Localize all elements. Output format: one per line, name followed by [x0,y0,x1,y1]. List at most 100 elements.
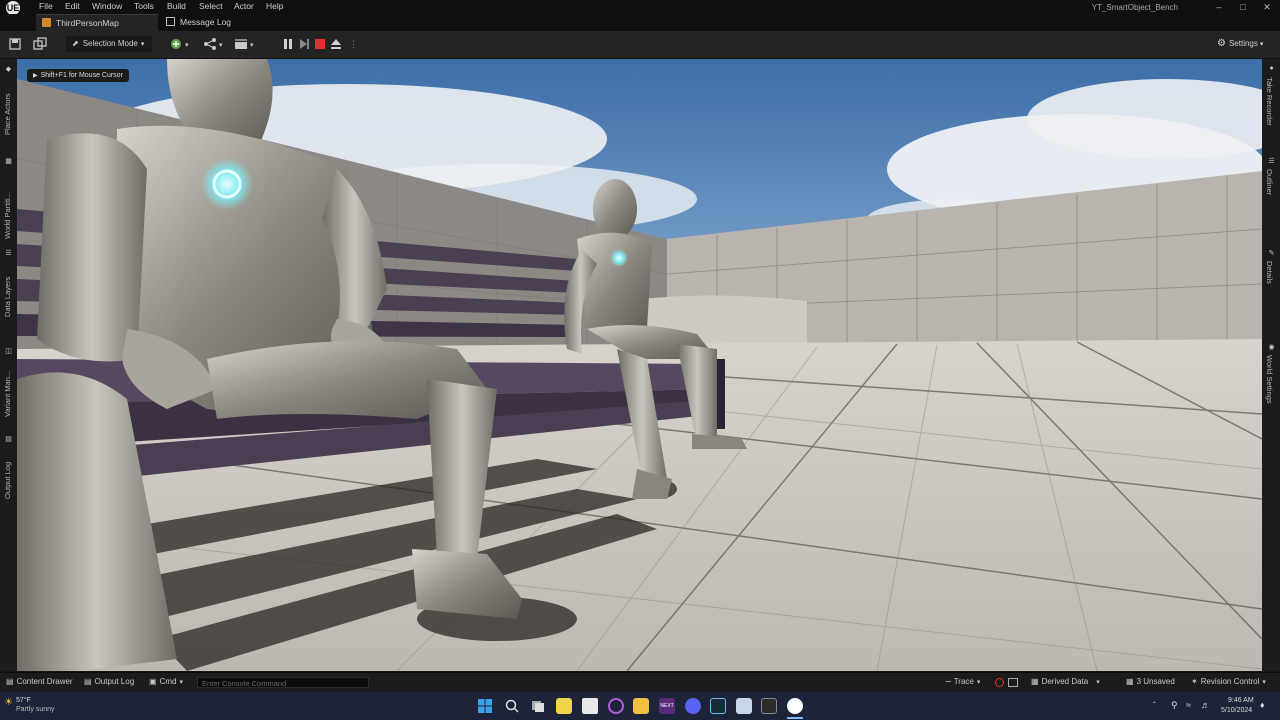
add-actor-icon[interactable] [170,37,184,51]
menu-tools[interactable]: Tools [134,1,154,11]
output-log-button[interactable]: ▤ Output Log [84,677,134,686]
photos-icon[interactable] [736,698,752,714]
revision-control-icon: ✶ [1191,677,1198,686]
menu-file[interactable]: File [39,1,53,11]
snipping-tool-icon[interactable] [582,698,598,714]
sidebar-item-details[interactable]: Details [1265,261,1274,301]
search-icon[interactable] [504,698,520,714]
discord-icon[interactable] [685,698,701,714]
scene-render[interactable] [17,59,1262,671]
next-app-icon[interactable]: NEXT [659,698,675,714]
microphone-icon[interactable]: ⚲ [1171,700,1178,711]
task-view-icon[interactable] [530,698,546,714]
document-tab-bar: ThirdPersonMap Message Log [0,14,1280,32]
obs-icon[interactable] [608,698,624,714]
steam-icon[interactable] [710,698,726,714]
chevron-down-icon[interactable]: ▾ [185,41,189,49]
save-icon[interactable] [8,37,22,51]
notification-icon[interactable]: ♦ [1260,700,1265,710]
os-taskbar: ☀ 57°F Partly sunny NEXT ˆ ⚲ ≈ ♬ 9:46 AM… [0,692,1280,720]
menu-edit[interactable]: Edit [65,1,80,11]
gear-icon: ⚙ [1217,38,1226,49]
file-explorer-icon[interactable] [633,698,649,714]
chevron-down-icon[interactable]: ▾ [219,41,223,49]
pause-icon[interactable] [281,37,295,51]
tab-label: Message Log [180,17,232,27]
data-layers-icon: ☰ [5,250,12,257]
menu-actor[interactable]: Actor [234,1,254,11]
details-icon: ✎ [1268,250,1275,257]
revision-control-dropdown[interactable]: ✶ Revision Control ▾ [1191,677,1266,686]
mouse-cursor-hint: ▶ Shift+F1 for Mouse Cursor [27,69,129,82]
output-log-icon: ▤ [5,436,12,443]
chevron-up-icon[interactable]: ˆ [1153,701,1156,710]
record-icon[interactable] [995,678,1004,687]
menu-bar: UE File Edit Window Tools Build Select A… [0,0,1280,15]
derived-data-dropdown[interactable]: ▦ Derived Data ▾ [1031,677,1100,686]
level-viewport[interactable]: ▶ Shift+F1 for Mouse Cursor [17,59,1262,671]
sidebar-item-place-actors[interactable]: Place Actors [3,77,12,135]
sidebar-item-outliner[interactable]: Outliner [1265,169,1274,209]
sidebar-item-world-settings[interactable]: World Settings [1265,355,1274,415]
chevron-down-icon: ▾ [1096,679,1100,686]
hint-text: Shift+F1 for Mouse Cursor [40,72,123,79]
settings-button[interactable]: ⚙ Settings ▾ [1217,36,1273,52]
screenshot-icon[interactable] [1008,678,1018,687]
more-options-icon[interactable]: ⋮ [349,39,358,50]
minimize-icon[interactable]: – [1207,0,1231,14]
chevron-down-icon: ▾ [140,41,145,48]
trace-dropdown[interactable]: ∽ Trace ▾ [945,677,980,686]
wifi-icon[interactable]: ≈ [1186,700,1191,710]
volume-icon[interactable]: ♬ [1201,700,1210,710]
selection-mode-dropdown[interactable]: ⬈ Selection Mode ▾ [66,36,152,52]
chevron-down-icon: ▾ [976,679,981,686]
sidebar-item-data-layers[interactable]: Data Layers [3,261,12,317]
map-icon [42,18,51,27]
sidebar-item-take-recorder[interactable]: Take Recorder [1265,77,1274,137]
chevron-down-icon[interactable]: ▾ [250,41,254,49]
skip-frame-icon[interactable] [297,37,311,51]
clock-date[interactable]: 5/10/2024 [1221,707,1252,714]
place-actors-icon: ◆ [5,66,12,73]
maximize-icon[interactable]: □ [1231,0,1255,14]
chevron-down-icon: ▾ [179,679,183,686]
weather-desc[interactable]: Partly sunny [16,706,55,713]
close-icon[interactable]: ✕ [1255,0,1279,14]
left-side-panel: ◆ Place Actors ▦ World Partiti... ☰ Data… [0,59,17,671]
tab-message-log[interactable]: Message Log [160,14,250,31]
menu-window[interactable]: Window [92,1,122,11]
cinematics-icon[interactable] [234,37,248,51]
blueprint-icon[interactable] [203,37,217,51]
windows-start-icon[interactable] [477,698,493,714]
log-icon [166,17,175,26]
take-recorder-icon: ● [1269,65,1274,72]
menu-select[interactable]: Select [199,1,223,11]
terminal-icon: ▣ [149,677,157,686]
content-drawer-icon: ▤ [6,677,14,686]
chevron-down-icon: ▾ [1259,41,1264,48]
output-log-icon: ▤ [84,677,92,686]
sidebar-item-variant-manager[interactable]: Variant Man... [3,359,12,417]
sticky-notes-icon[interactable] [556,698,572,714]
chevron-down-icon: ▾ [1262,679,1266,686]
epic-games-icon[interactable] [761,698,777,714]
tab-thirdpersonmap[interactable]: ThirdPersonMap [36,14,158,32]
menu-build[interactable]: Build [167,1,186,11]
weather-temp[interactable]: 57°F [16,697,31,704]
clock-time[interactable]: 9:46 AM [1228,697,1254,704]
settings-label: Settings [1228,39,1258,48]
unsaved-button[interactable]: ▦ 3 Unsaved [1126,677,1175,686]
unreal-engine-taskbar-icon[interactable] [787,698,803,714]
menu-help[interactable]: Help [266,1,283,11]
content-browser-icon[interactable] [33,37,47,51]
sidebar-item-output-log[interactable]: Output Log [3,447,12,499]
content-drawer-button[interactable]: ▤ Content Drawer [6,677,73,686]
eject-icon[interactable] [329,37,343,51]
sidebar-item-world-partition[interactable]: World Partiti... [3,169,12,239]
trace-icon: ∽ [945,677,952,686]
cmd-dropdown[interactable]: ▣ Cmd ▾ [149,677,183,686]
active-app-indicator [787,717,803,719]
globe-icon: ◉ [1268,344,1275,351]
console-input[interactable]: Enter Console Command [197,677,369,688]
stop-icon[interactable] [313,37,327,51]
